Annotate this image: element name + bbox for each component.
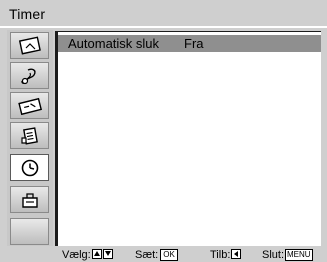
footer-set: Sæt: OK: [135, 248, 178, 262]
footer-select-label: Vælg:: [62, 249, 91, 261]
footer-select: Vælg:: [62, 248, 113, 262]
row-value: Fra: [184, 36, 204, 51]
left-arrow-icon: [231, 249, 242, 259]
footer-exit: Slut: MENU: [262, 248, 313, 262]
picture-icon: [18, 35, 41, 55]
row-label: Automatisk sluk: [68, 36, 160, 51]
menu-title: Timer: [9, 6, 46, 22]
footer-back-label: Tilb:: [210, 249, 231, 261]
sidebar-item-setup[interactable]: [10, 186, 49, 213]
osd-window: Timer Automatisk sluk Fra Vælg: Sæt: OK …: [0, 0, 327, 262]
down-arrow-icon: [102, 249, 113, 259]
title-divider: [0, 26, 327, 28]
sound-icon: [20, 68, 36, 84]
screen-control-icon: [17, 97, 42, 115]
footer-set-label: Sæt:: [135, 249, 159, 261]
clock-icon: [21, 159, 38, 176]
sidebar-item-timer[interactable]: [10, 154, 49, 181]
menu-row-auto-off[interactable]: Automatisk sluk Fra: [58, 35, 321, 52]
setup-icon: [21, 192, 38, 208]
footer-exit-label: Slut:: [262, 249, 285, 261]
sidebar-item-screen[interactable]: [10, 92, 49, 119]
sidebar-item-sound[interactable]: [10, 62, 49, 89]
features-icon: [20, 126, 38, 145]
up-arrow-icon: [91, 249, 102, 259]
menu-key: MENU: [285, 249, 313, 261]
sidebar: [7, 30, 53, 246]
sidebar-item-empty: [10, 218, 49, 245]
footer-help: Vælg: Sæt: OK Tilb: Slut: MENU: [0, 248, 327, 262]
footer-back: Tilb:: [210, 248, 242, 262]
sidebar-item-picture[interactable]: [10, 32, 49, 59]
ok-key: OK: [160, 249, 178, 261]
sidebar-item-features[interactable]: [10, 122, 49, 149]
menu-content: Automatisk sluk Fra: [55, 31, 321, 246]
